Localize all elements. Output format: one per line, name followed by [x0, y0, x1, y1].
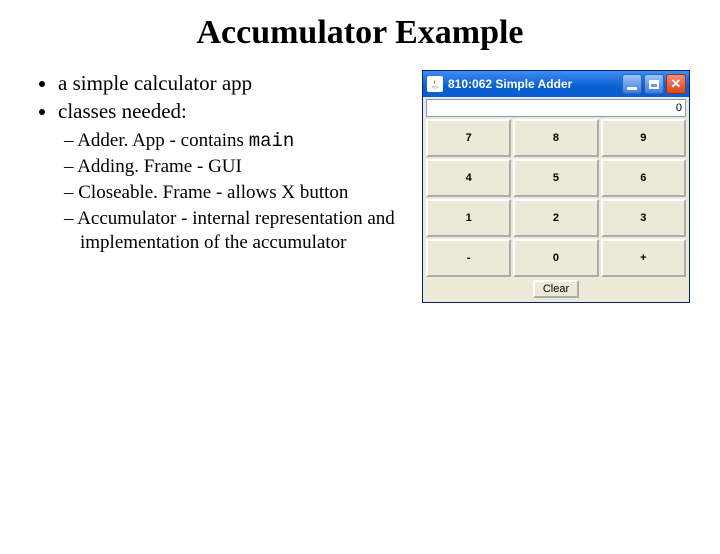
key-minus[interactable]: -: [426, 239, 511, 277]
minimize-icon: [627, 87, 637, 90]
clear-button[interactable]: Clear: [533, 280, 579, 298]
display-field: 0: [426, 99, 686, 117]
key-plus[interactable]: +: [601, 239, 686, 277]
key-6[interactable]: 6: [601, 159, 686, 197]
key-7[interactable]: 7: [426, 119, 511, 157]
dash-accumulator: Accumulator - internal representation an…: [64, 207, 410, 255]
key-9[interactable]: 9: [601, 119, 686, 157]
key-1[interactable]: 1: [426, 199, 511, 237]
page-title: Accumulator Example: [0, 14, 720, 52]
bullet-classes-needed: classes needed:: [58, 98, 410, 124]
key-5[interactable]: 5: [513, 159, 598, 197]
minimize-button[interactable]: [622, 74, 642, 94]
app-window: 810:062 Simple Adder ✕ 0 7 8 9 4 5 6: [422, 70, 690, 303]
key-2[interactable]: 2: [513, 199, 598, 237]
keypad: 7 8 9 4 5 6 1 2 3 - 0 +: [425, 119, 687, 277]
dash-adding-frame: Adding. Frame - GUI: [64, 155, 410, 179]
key-0[interactable]: 0: [513, 239, 598, 277]
key-8[interactable]: 8: [513, 119, 598, 157]
dash-closeable-frame: Closeable. Frame - allows X button: [64, 181, 410, 205]
titlebar[interactable]: 810:062 Simple Adder ✕: [423, 71, 689, 97]
client-area: 0 7 8 9 4 5 6 1 2 3 - 0 + Clear: [423, 97, 689, 302]
key-4[interactable]: 4: [426, 159, 511, 197]
display-value: 0: [676, 102, 682, 114]
code-main: main: [249, 130, 295, 152]
maximize-button[interactable]: [644, 74, 664, 94]
clear-row: Clear: [425, 277, 687, 300]
bullet-simple-calc: a simple calculator app: [58, 70, 410, 96]
app-column: 810:062 Simple Adder ✕ 0 7 8 9 4 5 6: [410, 70, 690, 303]
content-area: a simple calculator app classes needed: …: [0, 70, 720, 303]
text-column: a simple calculator app classes needed: …: [30, 70, 410, 256]
java-icon: [427, 76, 443, 92]
close-icon: ✕: [671, 76, 682, 92]
key-3[interactable]: 3: [601, 199, 686, 237]
maximize-icon: [649, 80, 659, 89]
window-controls: ✕: [622, 74, 686, 94]
close-button[interactable]: ✕: [666, 74, 686, 94]
dash-adder-app: Adder. App - contains main: [64, 129, 410, 154]
window-title: 810:062 Simple Adder: [448, 77, 622, 91]
dash-adder-app-text: Adder. App - contains: [77, 130, 249, 151]
